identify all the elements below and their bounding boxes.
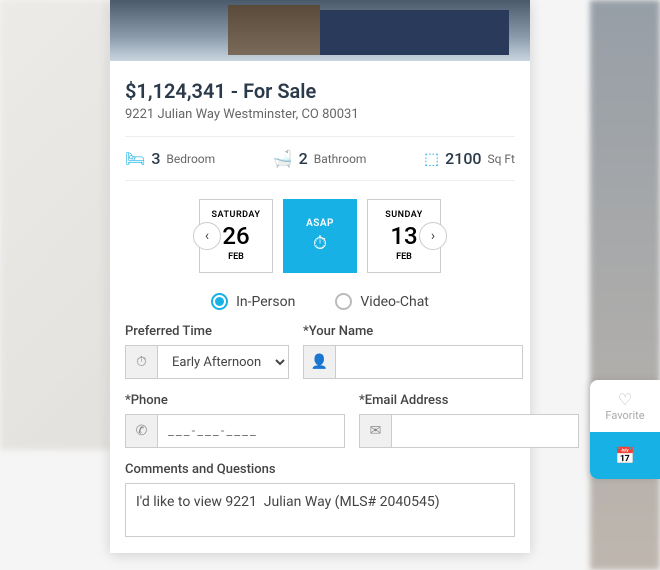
asap-label: ASAP xyxy=(306,218,334,229)
clock-icon: ⏱ xyxy=(126,346,158,378)
date-dow: SUNDAY xyxy=(385,210,423,220)
date-next-button[interactable]: › xyxy=(419,222,447,250)
bathroom-count: 2 xyxy=(299,149,308,168)
date-month: FEB xyxy=(228,252,244,262)
sqft-count: 2100 xyxy=(445,149,481,168)
schedule-button[interactable]: 📅 xyxy=(590,432,660,479)
favorite-label: Favorite xyxy=(598,409,652,422)
radio-icon xyxy=(211,293,228,310)
calendar-icon: 📅 xyxy=(615,446,635,465)
date-option-asap[interactable]: ASAP ⏱ xyxy=(283,199,357,273)
radio-in-person[interactable]: In-Person xyxy=(211,293,295,310)
email-input[interactable] xyxy=(392,415,578,447)
stat-sqft: ⬚ 2100 Sq Ft xyxy=(424,149,515,168)
background-blur-right xyxy=(590,0,660,570)
address: 9221 Julian Way Westminster, CO 80031 xyxy=(125,107,515,137)
stopwatch-icon: ⏱ xyxy=(313,233,327,254)
tour-type-group: In-Person Video-Chat xyxy=(125,285,515,324)
person-icon: 👤 xyxy=(304,346,336,378)
email-label: *Email Address xyxy=(359,393,579,408)
date-day: 26 xyxy=(222,222,249,250)
phone-label: *Phone xyxy=(125,393,345,408)
bathroom-label: Bathroom xyxy=(314,152,367,166)
comments-textarea[interactable] xyxy=(125,483,515,537)
date-prev-button[interactable]: ‹ xyxy=(193,222,221,250)
favorite-button[interactable]: ♡ Favorite xyxy=(590,380,660,432)
radio-video-chat[interactable]: Video-Chat xyxy=(335,293,429,310)
bath-icon: 🛁 xyxy=(273,149,293,168)
date-day: 13 xyxy=(390,222,417,250)
name-label: *Your Name xyxy=(303,324,523,339)
background-blur-left xyxy=(0,0,110,450)
comments-label: Comments and Questions xyxy=(125,462,515,477)
date-dow: SATURDAY xyxy=(212,210,261,220)
bed-icon: 🛏 xyxy=(125,149,145,168)
listing-stats: 🛏 3 Bedroom 🛁 2 Bathroom ⬚ 2100 Sq Ft xyxy=(125,137,515,181)
sqft-icon: ⬚ xyxy=(424,149,439,168)
stat-bedrooms: 🛏 3 Bedroom xyxy=(125,149,215,168)
heart-icon: ♡ xyxy=(598,390,652,409)
listing-card: $1,124,341 - For Sale 9221 Julian Way We… xyxy=(110,0,530,553)
phone-icon: ✆ xyxy=(126,415,158,447)
preferred-time-select[interactable]: Early Afternoon xyxy=(158,346,288,378)
stat-bathrooms: 🛁 2 Bathroom xyxy=(273,149,367,168)
preferred-time-label: Preferred Time xyxy=(125,324,289,339)
phone-input[interactable] xyxy=(158,415,344,447)
listing-hero-image xyxy=(110,0,530,61)
date-month: FEB xyxy=(396,252,412,262)
price-status: $1,124,341 - For Sale xyxy=(125,79,515,103)
email-icon: ✉ xyxy=(360,415,392,447)
radio-label: Video-Chat xyxy=(360,294,429,310)
radio-icon xyxy=(335,293,352,310)
sqft-label: Sq Ft xyxy=(488,152,515,166)
date-picker: ‹ SATURDAY 26 FEB ASAP ⏱ SUNDAY 13 FEB › xyxy=(125,181,515,285)
bedroom-count: 3 xyxy=(151,149,160,168)
side-actions-panel: ♡ Favorite 📅 xyxy=(590,380,660,479)
radio-label: In-Person xyxy=(236,294,295,310)
bedroom-label: Bedroom xyxy=(166,152,215,166)
name-input[interactable] xyxy=(336,346,522,378)
